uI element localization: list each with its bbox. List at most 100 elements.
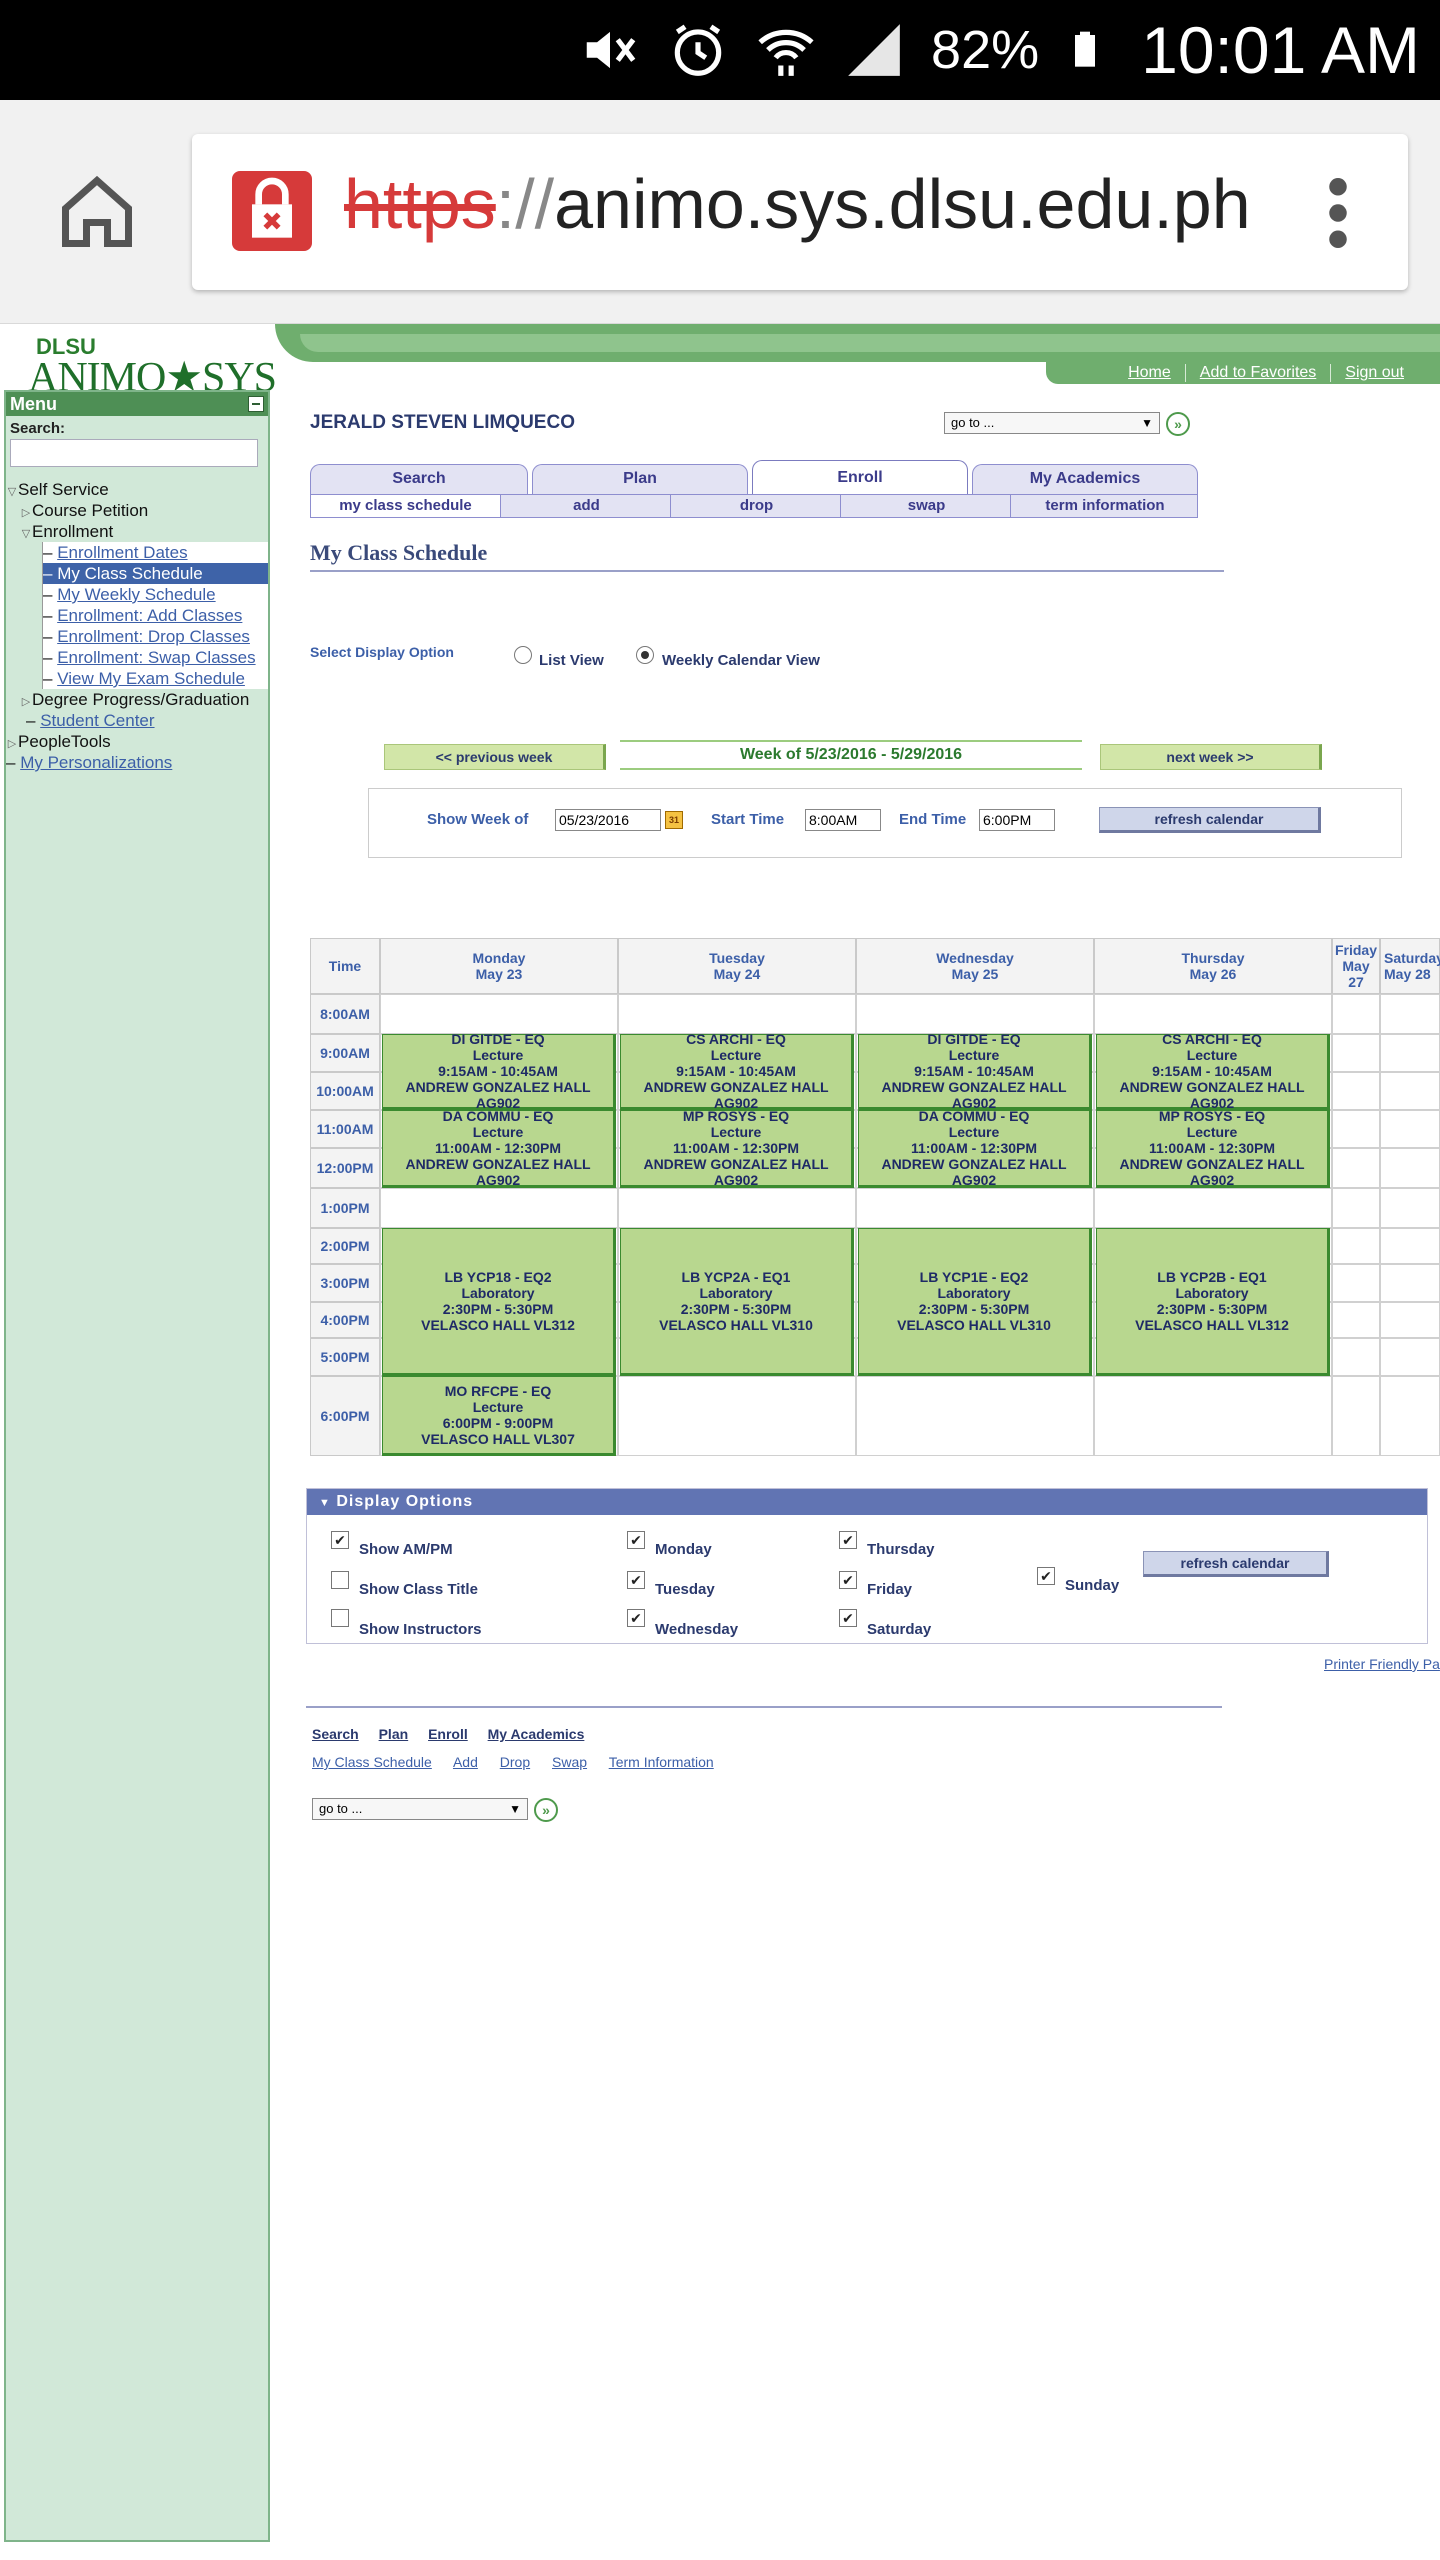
- next-week-button[interactable]: next week >>: [1100, 744, 1322, 770]
- subtab-drop[interactable]: drop: [673, 495, 841, 517]
- class-event[interactable]: CS ARCHI - EQ Lecture 9:15AM - 10:45AM ANDR…: [620, 1031, 854, 1111]
- menu-item-swap-classes[interactable]: – Enrollment: Swap Classes: [43, 647, 268, 668]
- tuesday-checkbox[interactable]: ✔: [627, 1571, 645, 1589]
- menu-item-degree-progress[interactable]: ▷ Degree Progress/Graduation: [6, 689, 268, 710]
- overflow-menu-icon[interactable]: [1328, 178, 1348, 248]
- class-event[interactable]: LB YCP1E - EQ2 Laboratory 2:30PM - 5:30PM V…: [858, 1228, 1092, 1376]
- subtab-term-information[interactable]: term information: [1013, 495, 1197, 517]
- menu-search-input[interactable]: [10, 439, 258, 467]
- class-event[interactable]: MP ROSYS - EQ Lecture 11:00AM - 12:30PM AND…: [620, 1108, 854, 1188]
- display-options-header[interactable]: ▼ Display Options: [307, 1489, 1427, 1515]
- menu-item-drop-classes[interactable]: – Enrollment: Drop Classes: [43, 626, 268, 647]
- printer-friendly-link[interactable]: Printer Friendly Pa: [1324, 1656, 1440, 1672]
- calendar-cell: [1332, 1228, 1380, 1264]
- show-instructors-checkbox[interactable]: [331, 1609, 349, 1627]
- address-bar[interactable]: https://animo.sys.dlsu.edu.ph: [192, 134, 1408, 290]
- subtab-add[interactable]: add: [503, 495, 671, 517]
- calendar-cell: [380, 994, 618, 1034]
- class-event[interactable]: DI GITDE - EQ Lecture 9:15AM - 10:45AM ANDR…: [382, 1031, 616, 1111]
- class-event[interactable]: DI GITDE - EQ Lecture 9:15AM - 10:45AM ANDR…: [858, 1031, 1092, 1111]
- end-time-input[interactable]: 6:00PM: [979, 809, 1055, 831]
- menu-item-enrollment[interactable]: ▽ Enrollment: [6, 521, 268, 542]
- menu-item-my-weekly-schedule[interactable]: – My Weekly Schedule: [43, 584, 268, 605]
- list-view-radio[interactable]: [514, 646, 532, 664]
- wednesday-label: Wednesday: [655, 1621, 739, 1638]
- footer-link-term-information[interactable]: Term Information: [609, 1754, 714, 1770]
- class-event-line: ANDREW GONZALEZ HALL AG902: [881, 1156, 1067, 1188]
- footer-link-add[interactable]: Add: [453, 1754, 478, 1770]
- dropdown-arrow-icon: ▼: [1141, 416, 1153, 430]
- show-week-input[interactable]: 05/23/2016: [555, 809, 661, 831]
- tab-plan[interactable]: Plan: [532, 464, 748, 494]
- add-to-favorites-link[interactable]: Add to Favorites: [1184, 364, 1331, 382]
- collapse-icon[interactable]: [248, 396, 264, 412]
- wifi-icon: [758, 29, 814, 76]
- class-event[interactable]: CS ARCHI - EQ Lecture 9:15AM - 10:45AM ANDR…: [1096, 1031, 1330, 1111]
- class-event[interactable]: MP ROSYS - EQ Lecture 11:00AM - 12:30PM AND…: [1096, 1108, 1330, 1188]
- tab-enroll[interactable]: Enroll: [752, 460, 968, 496]
- class-event-line: VELASCO HALL VL310: [897, 1317, 1051, 1333]
- subtab-my-class-schedule[interactable]: my class schedule: [311, 495, 501, 517]
- show-class-title-label: Show Class Title: [359, 1581, 478, 1598]
- menu-item-add-classes[interactable]: – Enrollment: Add Classes: [43, 605, 268, 626]
- previous-week-button[interactable]: << previous week: [384, 744, 606, 770]
- start-time-input[interactable]: 8:00AM: [805, 809, 881, 831]
- expanded-triangle-icon[interactable]: ▽: [20, 524, 32, 545]
- menu-item-enrollment-dates[interactable]: – Enrollment Dates: [43, 542, 268, 563]
- menu-item-course-petition[interactable]: ▷ Course Petition: [6, 500, 268, 521]
- class-event-line: MP ROSYS - EQ: [1158, 1108, 1266, 1124]
- menu-item-student-center[interactable]: – Student Center: [6, 710, 268, 731]
- goto-select[interactable]: go to ... ▼: [944, 412, 1160, 434]
- url-text[interactable]: https://animo.sys.dlsu.edu.ph: [344, 164, 1251, 244]
- menu-item-my-class-schedule[interactable]: – My Class Schedule: [43, 563, 268, 584]
- class-event-line: 9:15AM - 10:45AM: [438, 1063, 558, 1079]
- show-class-title-checkbox[interactable]: [331, 1571, 349, 1589]
- subtab-swap[interactable]: swap: [843, 495, 1011, 517]
- goto-button[interactable]: »: [1166, 412, 1190, 436]
- sign-out-link[interactable]: Sign out: [1330, 364, 1418, 382]
- footer-link-swap[interactable]: Swap: [552, 1754, 587, 1770]
- collapse-triangle-icon[interactable]: ▼: [319, 1497, 331, 1509]
- footer-link-search[interactable]: Search: [312, 1726, 359, 1742]
- show-ampm-checkbox[interactable]: ✔: [331, 1531, 349, 1549]
- weekly-view-radio[interactable]: [636, 646, 654, 664]
- menu-item-peopletools[interactable]: ▷ PeopleTools: [6, 731, 268, 752]
- footer-link-my-academics[interactable]: My Academics: [488, 1726, 585, 1742]
- class-event[interactable]: DA COMMU - EQ Lecture 11:00AM - 12:30PM AND…: [858, 1108, 1092, 1188]
- class-event-line: Lecture: [1186, 1047, 1238, 1063]
- friday-checkbox[interactable]: ✔: [839, 1571, 857, 1589]
- class-event[interactable]: DA COMMU - EQ Lecture 11:00AM - 12:30PM AND…: [382, 1108, 616, 1188]
- monday-checkbox[interactable]: ✔: [627, 1531, 645, 1549]
- menu-item-exam-schedule[interactable]: – View My Exam Schedule: [43, 668, 268, 689]
- insecure-lock-icon[interactable]: [232, 171, 312, 251]
- menu-item-self-service[interactable]: ▽ Self Service: [6, 479, 268, 500]
- class-event[interactable]: LB YCP2B - EQ1 Laboratory 2:30PM - 5:30PM V…: [1096, 1228, 1330, 1376]
- class-event[interactable]: LB YCP18 - EQ2 Laboratory 2:30PM - 5:30PM V…: [382, 1228, 616, 1376]
- refresh-calendar-button-2[interactable]: refresh calendar: [1143, 1551, 1329, 1577]
- home-icon[interactable]: [55, 170, 139, 254]
- thursday-checkbox[interactable]: ✔: [839, 1531, 857, 1549]
- refresh-calendar-button[interactable]: refresh calendar: [1099, 807, 1321, 833]
- home-link[interactable]: Home: [1114, 364, 1185, 382]
- footer-link-plan[interactable]: Plan: [379, 1726, 409, 1742]
- calendar-icon[interactable]: 31: [665, 811, 683, 829]
- tab-my-academics[interactable]: My Academics: [972, 464, 1198, 494]
- footer-link-enroll[interactable]: Enroll: [428, 1726, 468, 1742]
- saturday-checkbox[interactable]: ✔: [839, 1609, 857, 1627]
- class-event[interactable]: LB YCP2A - EQ1 Laboratory 2:30PM - 5:30PM V…: [620, 1228, 854, 1376]
- sunday-checkbox[interactable]: ✔: [1037, 1567, 1055, 1585]
- footer-link-drop[interactable]: Drop: [500, 1754, 530, 1770]
- class-event[interactable]: MO RFCPE - EQ Lecture 6:00PM - 9:00PM VELAS…: [382, 1376, 616, 1456]
- footer-goto-select[interactable]: go to ... ▼: [312, 1798, 528, 1820]
- alarm-icon: [674, 24, 722, 76]
- footer-goto-button[interactable]: »: [534, 1798, 558, 1822]
- mute-icon: [586, 31, 636, 69]
- tab-search[interactable]: Search: [310, 464, 528, 494]
- web-page: DLSU ANIMO★SYS Home Add to Favorites Sig…: [0, 324, 1440, 2560]
- tuesday-label: Tuesday: [655, 1581, 715, 1598]
- class-event-line: ANDREW GONZALEZ HALL AG902: [1119, 1079, 1305, 1111]
- footer-link-my-class-schedule[interactable]: My Class Schedule: [312, 1754, 432, 1770]
- wednesday-checkbox[interactable]: ✔: [627, 1609, 645, 1627]
- menu-item-my-personalizations[interactable]: – My Personalizations: [6, 752, 268, 773]
- class-event-line: Lecture: [948, 1124, 1000, 1140]
